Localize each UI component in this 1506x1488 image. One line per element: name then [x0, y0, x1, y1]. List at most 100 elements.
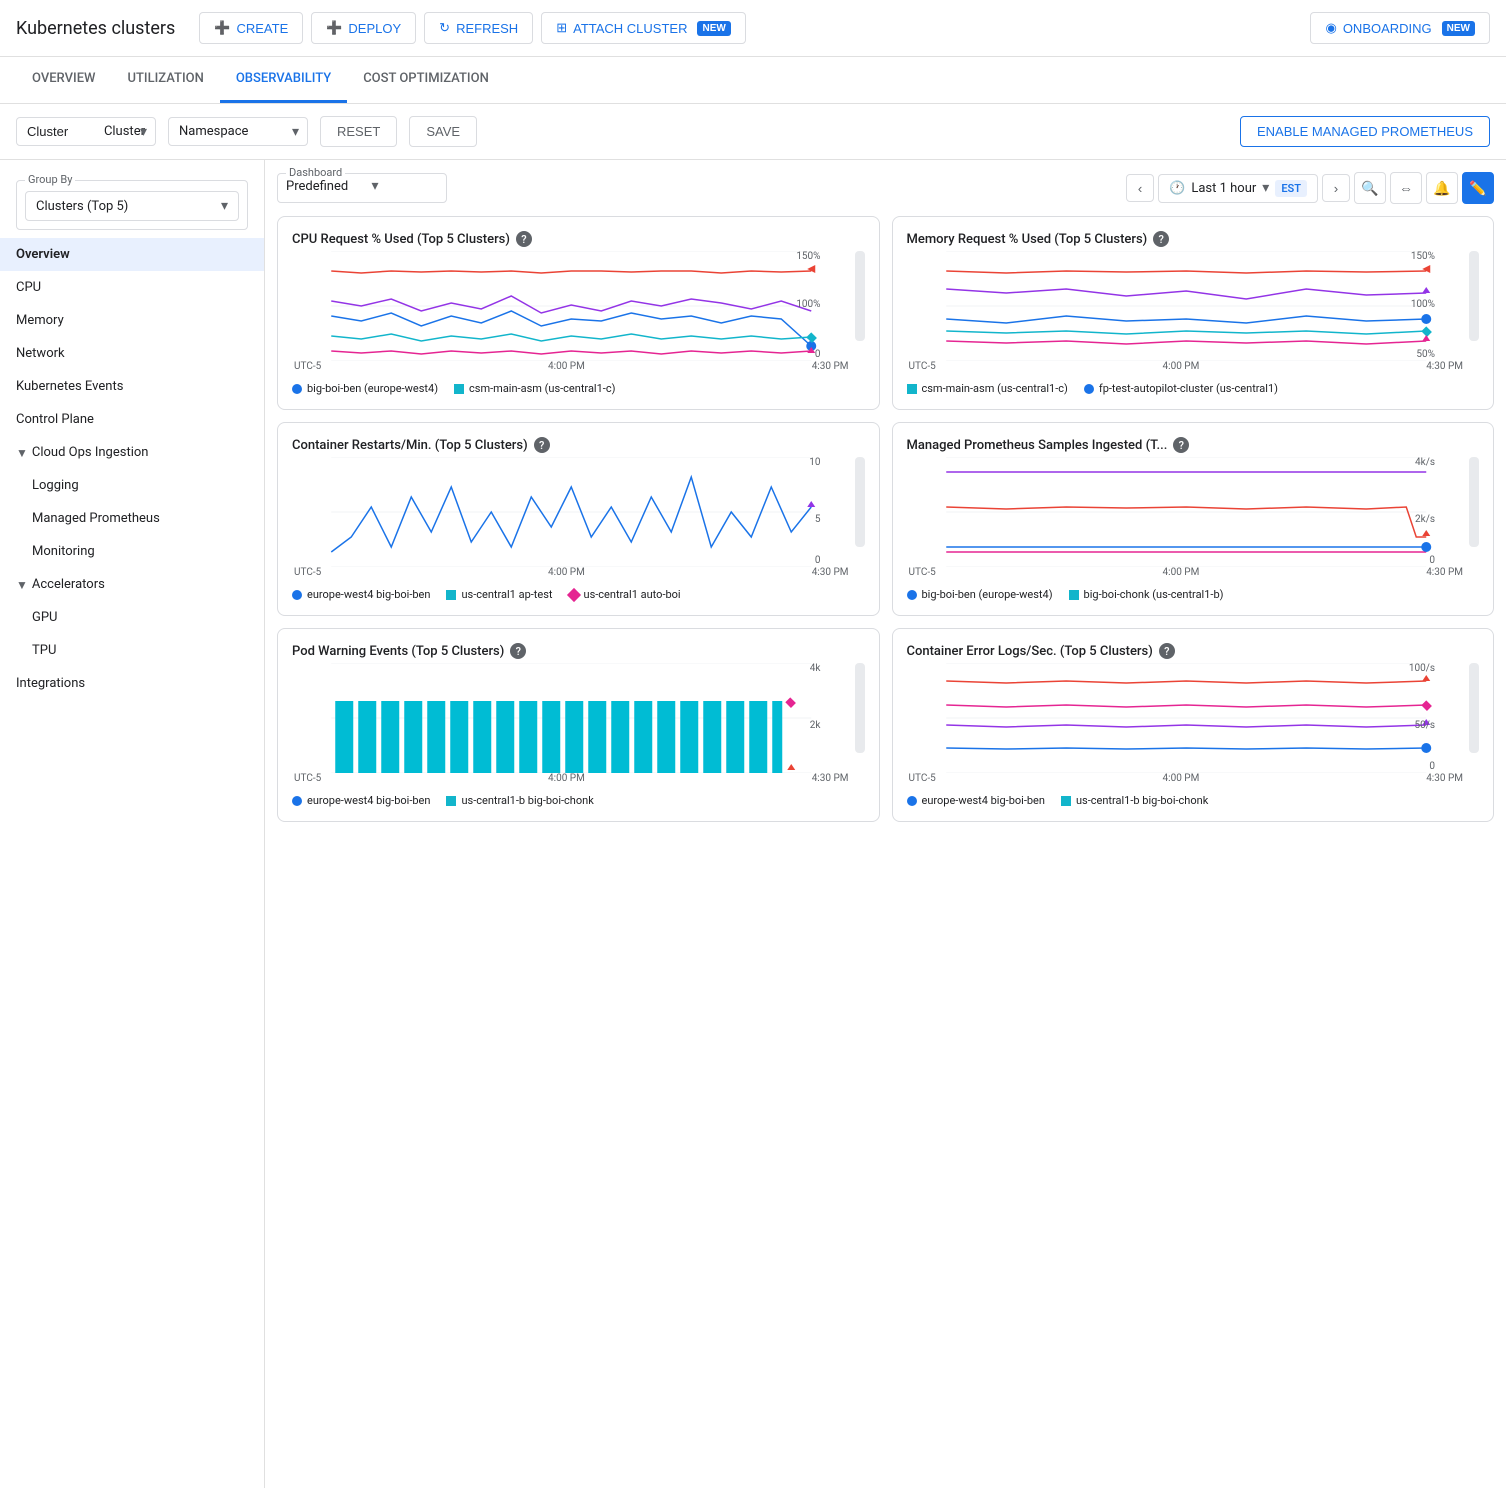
prom-help-icon[interactable]: ?	[1173, 437, 1189, 453]
enable-prometheus-button[interactable]: ENABLE MANAGED PROMETHEUS	[1240, 116, 1490, 147]
tab-bar: OVERVIEW UTILIZATION OBSERVABILITY COST …	[0, 57, 1506, 104]
chart-container-restarts: Container Restarts/Min. (Top 5 Clusters)…	[277, 422, 880, 616]
clock-icon: 🕐	[1169, 181, 1185, 196]
sidebar-item-gpu[interactable]: GPU	[0, 601, 264, 634]
tab-overview[interactable]: OVERVIEW	[16, 57, 111, 103]
legend-item: us-central1 auto-boi	[569, 588, 681, 601]
legend-diamond-icon	[566, 587, 580, 601]
filters-row: Cluster Cluster ▾ Namespace ▾ RESET SAVE…	[0, 104, 1506, 160]
cluster-select-input[interactable]: Cluster	[27, 124, 104, 139]
prom-chart-svg	[907, 457, 1466, 567]
sidebar-item-network[interactable]: Network	[0, 337, 264, 370]
legend-sq-icon	[446, 796, 456, 806]
pod-help-icon[interactable]: ?	[510, 643, 526, 659]
deploy-button[interactable]: ➕ DEPLOY	[311, 12, 416, 44]
compare-button[interactable]: ⇔	[1390, 172, 1422, 204]
sidebar-item-monitoring[interactable]: Monitoring	[0, 535, 264, 568]
create-button[interactable]: ➕ CREATE	[199, 12, 303, 44]
sidebar-item-cloud-ops[interactable]: ▼ Cloud Ops Ingestion	[0, 436, 264, 469]
sidebar-item-integrations[interactable]: Integrations	[0, 667, 264, 700]
cpu-scrollbar[interactable]	[855, 251, 865, 341]
namespace-chevron-icon: ▾	[292, 124, 299, 140]
sidebar-item-accelerators[interactable]: ▼ Accelerators	[0, 568, 264, 601]
prom-x-labels: UTC-5 4:00 PM 4:30 PM	[907, 567, 1466, 578]
tab-cost[interactable]: COST OPTIMIZATION	[347, 57, 505, 103]
prom-scrollbar[interactable]	[1469, 457, 1479, 547]
restarts-help-icon[interactable]: ?	[534, 437, 550, 453]
sidebar-item-logging[interactable]: Logging	[0, 469, 264, 502]
edit-icon: ✏️	[1469, 180, 1486, 197]
pod-y-max: 4k	[810, 663, 821, 674]
dashboard-select[interactable]: Dashboard Predefined ▾	[277, 173, 447, 203]
mem-y-mid: 100%	[1411, 299, 1435, 310]
legend-item: csm-main-asm (us-central1-c)	[454, 382, 615, 395]
refresh-icon: ↻	[439, 20, 450, 36]
zoom-button[interactable]: 🔍	[1354, 172, 1386, 204]
attach-cluster-button[interactable]: ⊞ ATTACH CLUSTER NEW	[541, 12, 746, 44]
restarts-y-zero: 0	[815, 555, 821, 566]
cpu-y-zero: 0	[815, 349, 821, 360]
legend-item: europe-west4 big-boi-ben	[907, 794, 1045, 807]
legend-dot-icon	[907, 590, 917, 600]
group-by-label: Group By	[25, 173, 75, 186]
cpu-y-max: 150%	[796, 251, 820, 262]
tab-utilization[interactable]: UTILIZATION	[111, 57, 219, 103]
group-by-select[interactable]: Clusters (Top 5) ▾	[25, 191, 239, 221]
namespace-select[interactable]: Namespace ▾	[168, 117, 308, 146]
edit-button[interactable]: ✏️	[1462, 172, 1494, 204]
restarts-chart-svg	[292, 457, 851, 567]
save-button[interactable]: SAVE	[409, 116, 477, 147]
chart-pod-title: Pod Warning Events (Top 5 Clusters) ?	[292, 643, 865, 659]
prom-y-mid: 2k/s	[1415, 514, 1435, 525]
sidebar-item-memory[interactable]: Memory	[0, 304, 264, 337]
sidebar-item-tpu[interactable]: TPU	[0, 634, 264, 667]
reset-button[interactable]: RESET	[320, 116, 397, 147]
onboarding-icon: ◉	[1325, 20, 1336, 36]
time-prev-button[interactable]: ‹	[1126, 174, 1154, 202]
cluster-select[interactable]: Cluster Cluster ▾	[16, 117, 156, 146]
cpu-help-icon[interactable]: ?	[516, 231, 532, 247]
chart-error-title: Container Error Logs/Sec. (Top 5 Cluster…	[907, 643, 1480, 659]
chart-cpu-title: CPU Request % Used (Top 5 Clusters) ?	[292, 231, 865, 247]
error-help-icon[interactable]: ?	[1159, 643, 1175, 659]
prom-legend: big-boi-ben (europe-west4) big-boi-chonk…	[907, 588, 1480, 601]
page-title: Kubernetes clusters	[16, 18, 175, 39]
time-next-button[interactable]: ›	[1322, 174, 1350, 202]
refresh-button[interactable]: ↻ REFRESH	[424, 12, 533, 44]
tab-observability[interactable]: OBSERVABILITY	[220, 57, 347, 103]
error-scrollbar[interactable]	[1469, 663, 1479, 753]
sidebar-item-managed-prometheus[interactable]: Managed Prometheus	[0, 502, 264, 535]
bell-icon: 🔔	[1433, 180, 1450, 197]
chart-restarts-title: Container Restarts/Min. (Top 5 Clusters)…	[292, 437, 865, 453]
deploy-icon: ➕	[326, 20, 342, 36]
pod-chart-svg	[292, 663, 851, 773]
memory-help-icon[interactable]: ?	[1153, 231, 1169, 247]
pod-x-labels: UTC-5 4:00 PM 4:30 PM	[292, 773, 851, 784]
sidebar-item-k8s-events[interactable]: Kubernetes Events	[0, 370, 264, 403]
dashboard-chevron-icon: ▾	[371, 178, 378, 194]
cloud-ops-toggle-icon: ▼	[16, 446, 28, 460]
dashboard-label: Dashboard	[286, 166, 345, 179]
time-chevron-icon: ▾	[1262, 180, 1269, 196]
pod-y-mid: 2k	[810, 720, 821, 731]
sidebar-item-overview[interactable]: Overview	[0, 238, 264, 271]
sidebar-item-cpu[interactable]: CPU	[0, 271, 264, 304]
restarts-scrollbar[interactable]	[855, 457, 865, 547]
onboarding-new-badge: NEW	[1442, 21, 1475, 36]
onboarding-button[interactable]: ◉ ONBOARDING NEW	[1310, 12, 1490, 44]
prom-y-zero: 0	[1429, 555, 1435, 566]
chart-memory-request: Memory Request % Used (Top 5 Clusters) ?…	[892, 216, 1495, 410]
error-legend: europe-west4 big-boi-ben us-central1-b b…	[907, 794, 1480, 807]
alert-button[interactable]: 🔔	[1426, 172, 1458, 204]
error-chart-svg	[907, 663, 1466, 773]
legend-item: us-central1 ap-test	[446, 588, 552, 601]
time-picker[interactable]: 🕐 Last 1 hour ▾ EST	[1158, 174, 1318, 203]
est-badge: EST	[1275, 180, 1307, 197]
content-area: Dashboard Predefined ▾ ‹ 🕐 Last 1 hour ▾…	[265, 160, 1506, 1488]
prom-y-max: 4k/s	[1415, 457, 1435, 468]
cpu-legend: big-boi-ben (europe-west4) csm-main-asm …	[292, 382, 865, 395]
memory-scrollbar[interactable]	[1469, 251, 1479, 341]
sidebar-item-control-plane[interactable]: Control Plane	[0, 403, 264, 436]
pod-scrollbar[interactable]	[855, 663, 865, 753]
restarts-x-labels: UTC-5 4:00 PM 4:30 PM	[292, 567, 851, 578]
